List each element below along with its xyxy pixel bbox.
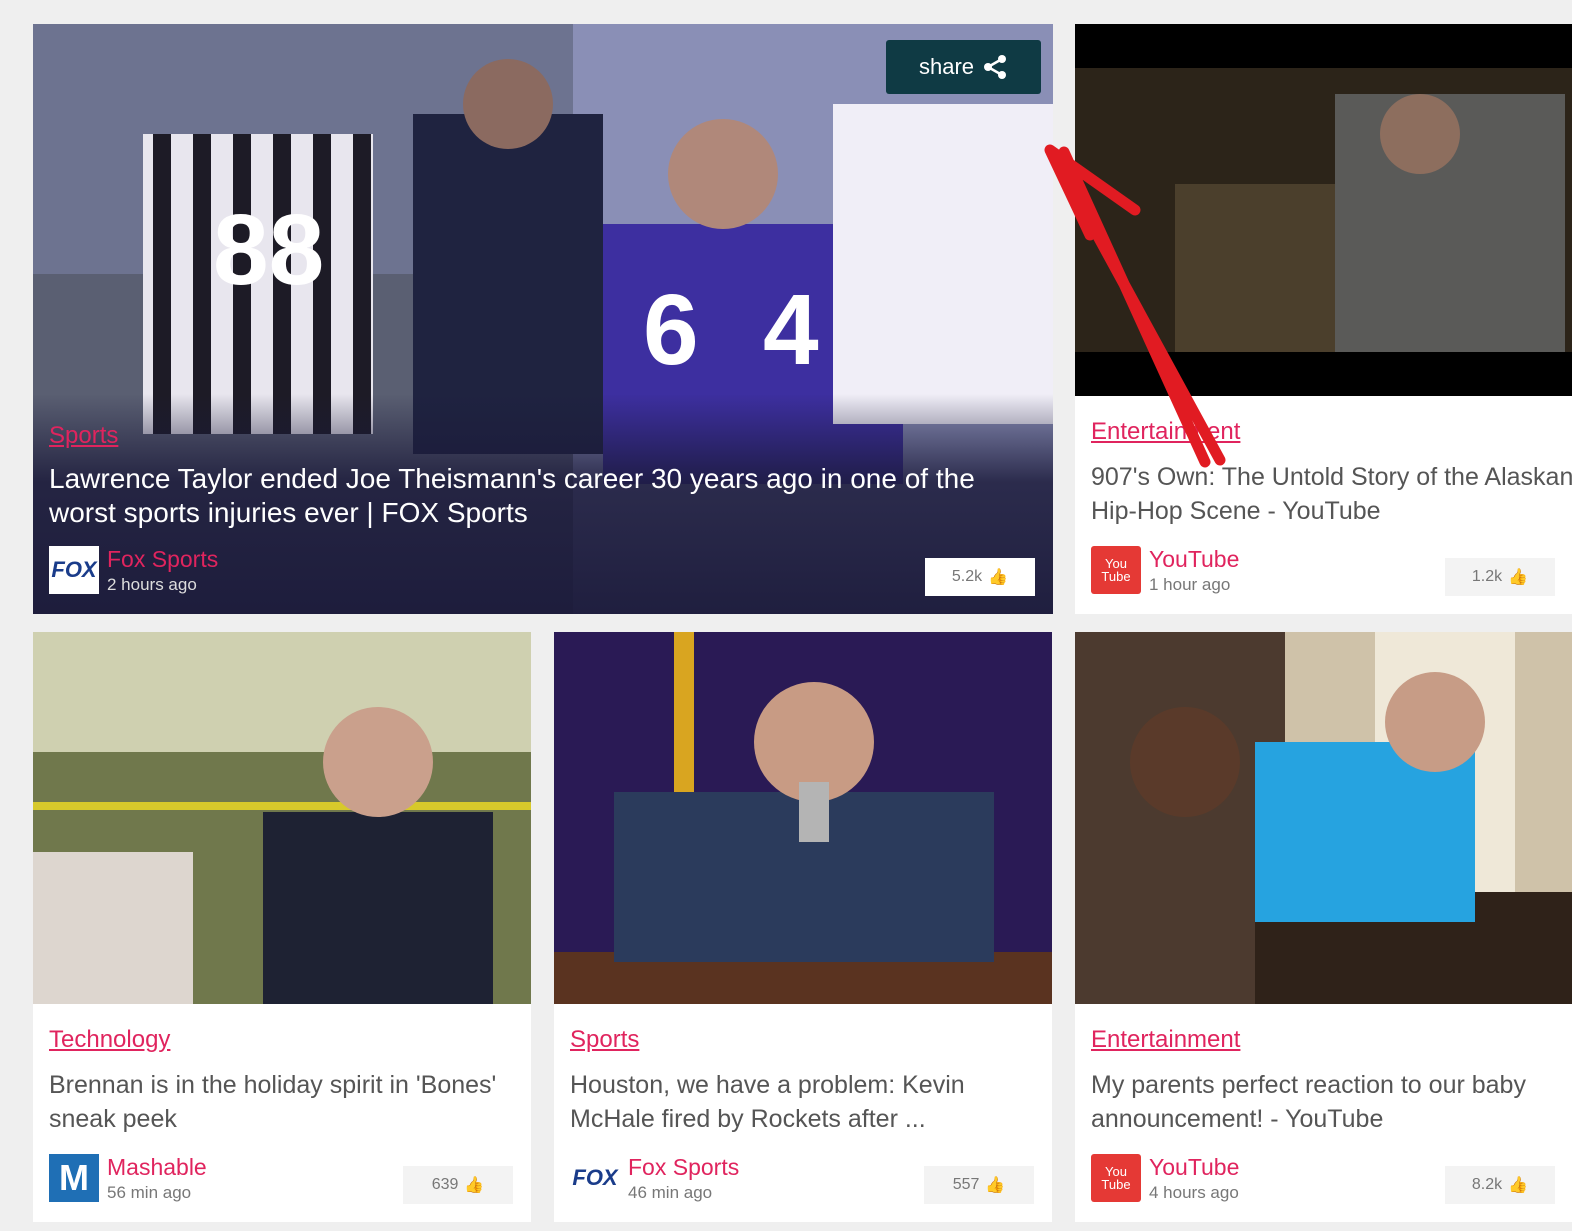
share-label: share xyxy=(918,54,975,79)
svg-text:6: 6 xyxy=(643,274,699,386)
story-card[interactable]: Sports Houston, we have a problem: Kevin… xyxy=(554,632,1052,1222)
youtube-logo-text: You Tube xyxy=(1101,556,1131,584)
thumbs-up-icon: 👍 xyxy=(1508,1177,1529,1194)
youtube-logo-text: You Tube xyxy=(1101,1164,1131,1192)
youtube-logo: You Tube xyxy=(1091,1154,1141,1202)
fox-sports-logo: FOX xyxy=(49,546,99,594)
like-button[interactable]: 557 👍 xyxy=(924,1166,1034,1204)
story-card[interactable]: Entertainment My parents perfect reactio… xyxy=(1075,632,1572,1222)
thumbs-up-icon: 👍 xyxy=(464,1177,485,1194)
thumbs-up-icon: 👍 xyxy=(985,1177,1006,1194)
source-time: 1 hour ago xyxy=(1149,575,1231,594)
youtube-logo: You Tube xyxy=(1091,546,1141,594)
featured-story-card[interactable]: 88 6 4 share Sports Lawrence Taylor ende… xyxy=(33,24,1053,614)
story-title[interactable]: Houston, we have a problem: Kevin McHale… xyxy=(570,1068,1036,1136)
source-time: 56 min ago xyxy=(107,1183,192,1202)
share-button[interactable]: share xyxy=(886,40,1041,94)
annotation-arrow xyxy=(1044,144,1226,468)
share-icon xyxy=(984,55,1007,79)
like-count: 639 xyxy=(431,1176,459,1193)
story-image[interactable] xyxy=(554,632,1052,1004)
thumbs-up-icon: 👍 xyxy=(1508,569,1529,586)
source-name[interactable]: Mashable xyxy=(107,1154,207,1181)
like-button[interactable]: 639 👍 xyxy=(403,1166,513,1204)
source-time: 2 hours ago xyxy=(107,575,197,594)
source-name[interactable]: Fox Sports xyxy=(628,1154,739,1181)
source-time: 46 min ago xyxy=(628,1183,713,1202)
svg-text:88: 88 xyxy=(213,194,324,306)
story-category-link[interactable]: Sports xyxy=(49,422,118,450)
story-category-link[interactable]: Sports xyxy=(570,1026,639,1054)
source-name[interactable]: YouTube xyxy=(1149,546,1239,573)
thumbs-up-icon: 👍 xyxy=(988,569,1009,586)
story-title[interactable]: My parents perfect reaction to our baby … xyxy=(1091,1068,1572,1136)
story-image[interactable] xyxy=(1075,632,1572,1004)
like-button[interactable]: 1.2k 👍 xyxy=(1445,558,1555,596)
fox-logo-text: FOX xyxy=(572,1165,618,1190)
source-name[interactable]: Fox Sports xyxy=(107,546,218,573)
like-count: 5.2k xyxy=(951,568,983,585)
like-button[interactable]: 8.2k 👍 xyxy=(1445,1166,1555,1204)
like-count: 8.2k xyxy=(1471,1176,1503,1193)
story-title[interactable]: Lawrence Taylor ended Joe Theismann's ca… xyxy=(49,462,1033,530)
fox-sports-logo: FOX xyxy=(570,1154,620,1202)
mashable-logo-text: M xyxy=(59,1157,89,1198)
source-name[interactable]: YouTube xyxy=(1149,1154,1239,1181)
story-image[interactable] xyxy=(33,632,531,1004)
story-category-link[interactable]: Entertainment xyxy=(1091,1026,1240,1054)
like-count: 557 xyxy=(952,1176,980,1193)
fox-logo-text: FOX xyxy=(51,557,97,582)
like-count: 1.2k xyxy=(1471,568,1503,585)
svg-text:4: 4 xyxy=(763,274,819,386)
story-title[interactable]: 907's Own: The Untold Story of the Alask… xyxy=(1091,460,1572,528)
story-category-link[interactable]: Technology xyxy=(49,1026,170,1054)
story-title[interactable]: Brennan is in the holiday spirit in 'Bon… xyxy=(49,1068,515,1136)
story-card[interactable]: Technology Brennan is in the holiday spi… xyxy=(33,632,531,1222)
source-time: 4 hours ago xyxy=(1149,1183,1239,1202)
like-button[interactable]: 5.2k 👍 xyxy=(925,558,1035,596)
mashable-logo: M xyxy=(49,1154,99,1202)
